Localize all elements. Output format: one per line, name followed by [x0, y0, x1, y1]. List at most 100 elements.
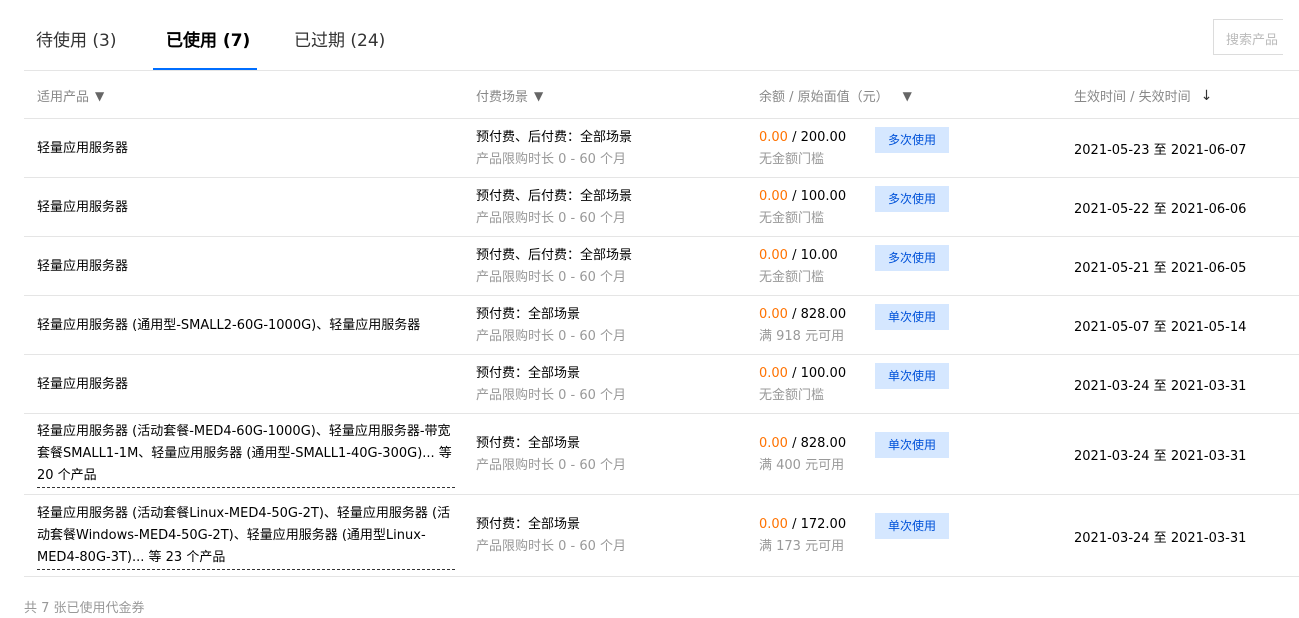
payment-scenario: 预付费、后付费：全部场景	[476, 247, 633, 263]
validity-time-text: 2021-03-24 至 2021-03-31	[1074, 379, 1247, 394]
tab-unused[interactable]: 待使用 (3)	[36, 26, 116, 51]
payment-cell: 预付费、后付费：全部场景 产品限购时长 0 - 60 个月	[476, 237, 736, 296]
face-value: / 200.00	[787, 129, 847, 145]
balance-amount: 0.00	[759, 129, 788, 145]
threshold-text: 满 918 元可用	[759, 328, 845, 344]
payment-scenario: 预付费：全部场景	[476, 365, 581, 381]
product-name: 轻量应用服务器	[37, 258, 129, 274]
usage-type-badge: 多次使用	[875, 186, 949, 212]
search-input[interactable]: 搜索产品	[1213, 19, 1283, 55]
purchase-limit: 产品限购时长 0 - 60 个月	[476, 269, 627, 285]
column-header-payment-label: 付费场景	[476, 90, 529, 105]
product-cell: 轻量应用服务器	[37, 119, 455, 178]
balance-amount: 0.00	[759, 188, 788, 204]
balance-amount: 0.00	[759, 306, 788, 322]
face-value: / 828.00	[787, 306, 847, 322]
product-name: 轻量应用服务器	[37, 376, 129, 392]
payment-scenario: 预付费、后付费：全部场景	[476, 129, 633, 145]
amount-cell: 0.00 / 828.00 满 918 元可用	[759, 296, 869, 355]
purchase-limit: 产品限购时长 0 - 60 个月	[476, 210, 627, 226]
validity-time: 2021-03-24 至 2021-03-31	[1074, 495, 1299, 577]
table-row: 轻量应用服务器 预付费、后付费：全部场景 产品限购时长 0 - 60 个月 0.…	[24, 237, 1299, 296]
coupon-tabs: 待使用 (3) 已使用 (7) 已过期 (24)	[24, 0, 1299, 71]
threshold-text: 无金额门槛	[759, 269, 825, 285]
payment-cell: 预付费、后付费：全部场景 产品限购时长 0 - 60 个月	[476, 178, 736, 237]
product-name: 轻量应用服务器 (通用型-SMALL2-60G-1000G)、轻量应用服务器	[37, 317, 421, 333]
product-cell: 轻量应用服务器 (通用型-SMALL2-60G-1000G)、轻量应用服务器	[37, 296, 455, 355]
amount-cell: 0.00 / 200.00 无金额门槛	[759, 119, 869, 178]
column-header-product-label: 适用产品	[37, 90, 90, 105]
filter-icon[interactable]: ▼	[903, 89, 912, 103]
validity-time: 2021-05-23 至 2021-06-07	[1074, 119, 1299, 178]
usage-type-badge: 单次使用	[875, 304, 949, 330]
validity-time-text: 2021-05-07 至 2021-05-14	[1074, 320, 1247, 335]
amount-cell: 0.00 / 100.00 无金额门槛	[759, 355, 869, 414]
product-list-link[interactable]: 轻量应用服务器 (活动套餐Linux-MED4-50G-2T)、轻量应用服务器 …	[37, 503, 455, 570]
validity-time-text: 2021-05-22 至 2021-06-06	[1074, 202, 1247, 217]
payment-scenario: 预付费、后付费：全部场景	[476, 188, 633, 204]
tab-used[interactable]: 已使用 (7)	[166, 26, 250, 51]
column-header-time-label: 生效时间 / 失效时间	[1074, 90, 1191, 105]
threshold-text: 无金额门槛	[759, 210, 825, 226]
validity-time-text: 2021-05-21 至 2021-06-05	[1074, 261, 1247, 276]
threshold-text: 无金额门槛	[759, 387, 825, 403]
balance-amount: 0.00	[759, 517, 788, 532]
validity-time-text: 2021-05-23 至 2021-06-07	[1074, 143, 1247, 158]
product-cell: 轻量应用服务器	[37, 237, 455, 296]
validity-time: 2021-03-24 至 2021-03-31	[1074, 355, 1299, 414]
payment-scenario: 预付费：全部场景	[476, 517, 581, 532]
usage-type-badge: 单次使用	[875, 363, 949, 389]
amount-cell: 0.00 / 828.00 满 400 元可用	[759, 414, 869, 495]
balance-amount: 0.00	[759, 365, 788, 381]
purchase-limit: 产品限购时长 0 - 60 个月	[476, 151, 627, 167]
table-row: 轻量应用服务器 (通用型-SMALL2-60G-1000G)、轻量应用服务器 预…	[24, 296, 1299, 355]
usage-type-badge: 单次使用	[875, 432, 949, 458]
product-name: 轻量应用服务器	[37, 199, 129, 215]
column-header-amount[interactable]: 余额 / 原始面值（元） ▼	[759, 86, 912, 106]
amount-cell: 0.00 / 172.00 满 173 元可用	[759, 495, 869, 577]
tab-expired[interactable]: 已过期 (24)	[294, 26, 385, 51]
product-cell[interactable]: 轻量应用服务器 (活动套餐-MED4-60G-1000G)、轻量应用服务器-带宽…	[37, 414, 455, 495]
threshold-text: 满 400 元可用	[759, 457, 845, 473]
column-header-time[interactable]: 生效时间 / 失效时间 ↓	[1074, 86, 1213, 106]
product-cell[interactable]: 轻量应用服务器 (活动套餐Linux-MED4-50G-2T)、轻量应用服务器 …	[37, 495, 455, 577]
payment-scenario: 预付费：全部场景	[476, 435, 581, 451]
usage-type-badge: 多次使用	[875, 245, 949, 271]
product-name: 轻量应用服务器	[37, 140, 129, 156]
validity-time-text: 2021-03-24 至 2021-03-31	[1074, 530, 1247, 546]
sort-descending-icon[interactable]: ↓	[1201, 88, 1213, 104]
usage-type-badge: 多次使用	[875, 127, 949, 153]
table-row: 轻量应用服务器 预付费、后付费：全部场景 产品限购时长 0 - 60 个月 0.…	[24, 178, 1299, 237]
payment-scenario: 预付费：全部场景	[476, 306, 581, 322]
validity-time-text: 2021-03-24 至 2021-03-31	[1074, 449, 1247, 464]
table-row: 轻量应用服务器 (活动套餐Linux-MED4-50G-2T)、轻量应用服务器 …	[24, 495, 1299, 577]
table-row: 轻量应用服务器 (活动套餐-MED4-60G-1000G)、轻量应用服务器-带宽…	[24, 414, 1299, 495]
face-value: / 100.00	[787, 365, 847, 381]
purchase-limit: 产品限购时长 0 - 60 个月	[476, 328, 627, 344]
filter-icon[interactable]: ▼	[534, 89, 543, 103]
column-header-payment[interactable]: 付费场景 ▼	[476, 86, 543, 106]
table-header: 适用产品 ▼ 付费场景 ▼ 余额 / 原始面值（元） ▼ 生效时间 / 失效时间…	[24, 71, 1299, 119]
payment-cell: 预付费：全部场景 产品限购时长 0 - 60 个月	[476, 495, 736, 577]
product-cell: 轻量应用服务器	[37, 355, 455, 414]
validity-time: 2021-05-21 至 2021-06-05	[1074, 237, 1299, 296]
validity-time: 2021-03-24 至 2021-03-31	[1074, 414, 1299, 495]
table-row: 轻量应用服务器 预付费：全部场景 产品限购时长 0 - 60 个月 0.00 /…	[24, 355, 1299, 414]
face-value: / 10.00	[787, 247, 838, 263]
column-header-product[interactable]: 适用产品 ▼	[37, 86, 104, 106]
threshold-text: 满 173 元可用	[759, 539, 845, 554]
amount-cell: 0.00 / 100.00 无金额门槛	[759, 178, 869, 237]
face-value: / 100.00	[787, 188, 847, 204]
product-list-link[interactable]: 轻量应用服务器 (活动套餐-MED4-60G-1000G)、轻量应用服务器-带宽…	[37, 421, 455, 488]
payment-cell: 预付费、后付费：全部场景 产品限购时长 0 - 60 个月	[476, 119, 736, 178]
payment-cell: 预付费：全部场景 产品限购时长 0 - 60 个月	[476, 296, 736, 355]
payment-cell: 预付费：全部场景 产品限购时长 0 - 60 个月	[476, 355, 736, 414]
balance-amount: 0.00	[759, 435, 788, 451]
total-count-text: 共 7 张已使用代金券	[24, 601, 145, 616]
amount-cell: 0.00 / 10.00 无金额门槛	[759, 237, 869, 296]
usage-type-badge: 单次使用	[875, 513, 949, 539]
face-value: / 828.00	[787, 435, 847, 451]
face-value: / 172.00	[787, 517, 847, 532]
filter-icon[interactable]: ▼	[95, 89, 104, 103]
threshold-text: 无金额门槛	[759, 151, 825, 167]
